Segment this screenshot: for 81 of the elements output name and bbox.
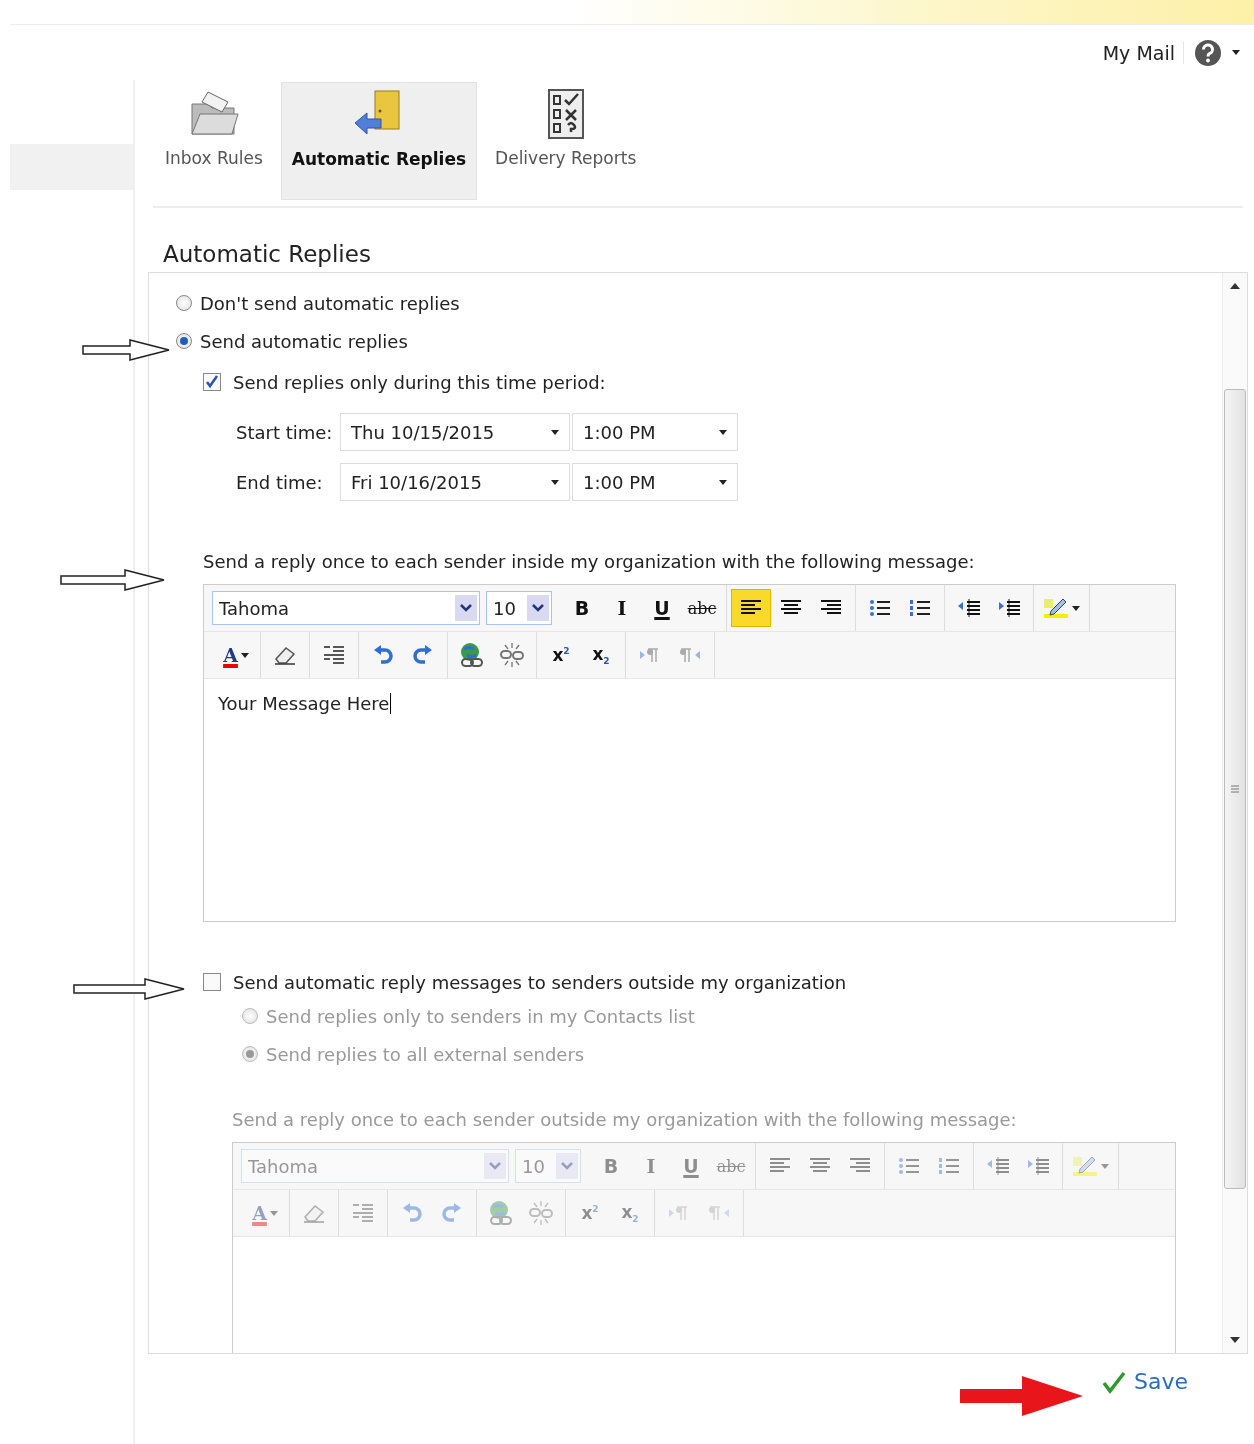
chevron-icon	[489, 1162, 501, 1170]
option-label: Don't send automatic replies	[200, 292, 460, 314]
font-color-button[interactable]: A	[216, 636, 256, 674]
chevron-icon	[460, 604, 472, 612]
option-label: Send automatic reply messages to senders outside my organization	[233, 971, 847, 993]
indent-icon	[997, 598, 1021, 618]
scroll-down-icon[interactable]	[1230, 1337, 1240, 1343]
globe-link-icon	[488, 1200, 514, 1226]
left-to-right-icon	[668, 1205, 690, 1221]
align-left-button[interactable]	[731, 589, 771, 627]
caret-icon	[1072, 605, 1080, 611]
line-spacing-icon	[322, 644, 346, 666]
tab[interactable]: Delivery Reports	[485, 82, 647, 200]
align-left-icon	[740, 599, 762, 617]
left-to-right-icon	[639, 647, 661, 663]
date-dropdown[interactable]: Fri 10/16/2015	[340, 463, 570, 501]
numbered-list-icon	[938, 1157, 960, 1175]
caret-icon	[1232, 50, 1240, 55]
underline-button[interactable]: U	[642, 589, 682, 627]
caret-icon	[1101, 1163, 1109, 1169]
time-dropdown[interactable]: 1:00 PM	[572, 413, 738, 451]
scroll-up-icon[interactable]	[1230, 283, 1240, 289]
numbered-list-icon	[909, 599, 931, 617]
my-mail-link[interactable]: My Mail	[1094, 41, 1184, 64]
option-label: Send replies to all external senders	[266, 1043, 585, 1065]
right-to-left-icon	[708, 1205, 730, 1221]
caret-icon	[269, 1210, 278, 1216]
chevron-icon	[532, 604, 544, 612]
indent-icon	[1026, 1156, 1050, 1176]
align-left-icon	[769, 1157, 791, 1175]
align-center-icon	[780, 599, 802, 617]
right-to-left-icon	[679, 647, 701, 663]
scrollbar[interactable]	[1222, 273, 1247, 1353]
outdent-icon	[957, 598, 981, 618]
option-label: Send replies only during this time period:	[233, 371, 606, 393]
strike-button[interactable]: abc	[682, 589, 722, 627]
chevron-icon	[561, 1162, 573, 1170]
message-label: Send a reply once to each sender outside my organization with the following message:	[232, 1108, 1018, 1132]
highlighter-icon	[1043, 597, 1069, 619]
radio-button[interactable]	[176, 333, 192, 349]
eraser-icon	[302, 1203, 326, 1223]
outdent-icon	[986, 1156, 1010, 1176]
message-field[interactable]: Your Message Here	[204, 679, 1175, 921]
align-center-icon	[809, 1157, 831, 1175]
date-dropdown[interactable]: Thu 10/15/2015	[340, 413, 570, 451]
font-dropdown[interactable]: Tahoma	[212, 591, 480, 625]
superscript-button[interactable]: x$^{2}$	[541, 636, 581, 674]
bold-button[interactable]: B	[562, 589, 602, 627]
caret-icon	[551, 479, 559, 485]
globe-link-icon	[459, 642, 485, 668]
caret-icon	[719, 429, 727, 435]
bullet-list-icon	[898, 1157, 920, 1175]
line-spacing-icon	[351, 1202, 375, 1224]
subscript-button[interactable]: x$_{2}$	[581, 636, 621, 674]
save-button[interactable]: Save	[1096, 1368, 1194, 1395]
check-icon	[1102, 1369, 1126, 1394]
field-label: End time:	[236, 471, 324, 493]
message-label: Send a reply once to each sender inside my organization with the following message:	[203, 550, 976, 574]
highlighter-icon	[1072, 1155, 1098, 1177]
field-label: Start time:	[236, 421, 334, 443]
caret-icon	[240, 652, 249, 658]
checkbox[interactable]	[203, 373, 221, 391]
caret-icon	[551, 429, 559, 435]
size-dropdown[interactable]: 10	[486, 591, 552, 625]
align-right-icon	[820, 599, 842, 617]
caret-icon	[719, 479, 727, 485]
bullet-list-icon	[869, 599, 891, 617]
option-label: Send replies only to senders in my Contacts list	[266, 1005, 695, 1027]
tab[interactable]: Automatic Replies	[280, 82, 478, 200]
grip-icon	[1231, 784, 1239, 794]
broken-link-icon	[499, 642, 525, 668]
option-label: Send automatic replies	[200, 330, 408, 352]
italic-button[interactable]: I	[602, 589, 642, 627]
broken-link-icon	[528, 1200, 554, 1226]
align-right-icon	[849, 1157, 871, 1175]
radio-button[interactable]	[176, 295, 192, 311]
help-icon[interactable]	[1194, 38, 1222, 67]
tab[interactable]: Inbox Rules	[155, 82, 273, 200]
time-dropdown[interactable]: 1:00 PM	[572, 463, 738, 501]
section-title: Automatic Replies	[163, 240, 372, 268]
eraser-icon	[273, 645, 297, 665]
